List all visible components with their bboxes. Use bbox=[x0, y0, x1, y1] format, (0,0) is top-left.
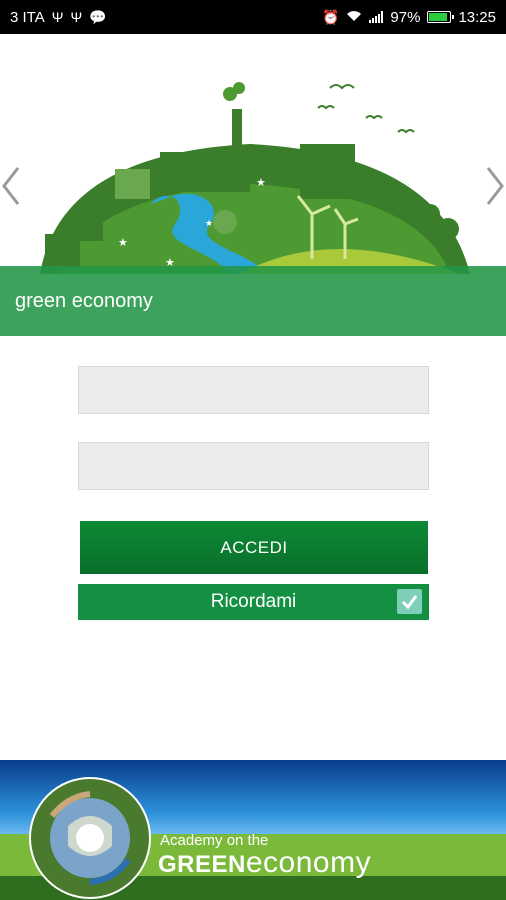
status-bar: 3 ITA Ψ Ψ 💬 ⏰ 97% 13:25 bbox=[0, 0, 506, 34]
chevron-left-icon[interactable] bbox=[0, 164, 22, 208]
message-icon: 💬 bbox=[89, 9, 107, 25]
banner-carousel: ★ ★ ★ ★ green economy bbox=[0, 34, 506, 336]
remember-checkbox[interactable] bbox=[397, 589, 422, 614]
carrier-label: 3 ITA bbox=[10, 8, 45, 26]
signal-icon bbox=[369, 11, 384, 23]
login-button[interactable]: ACCEDI bbox=[80, 521, 428, 574]
logo-eco: economy bbox=[245, 846, 372, 879]
remember-label: Ricordami bbox=[210, 591, 297, 612]
svg-text:★: ★ bbox=[118, 236, 128, 249]
logo-green: GREEN bbox=[158, 851, 246, 878]
logo-green-economy-text: GREENeconomy bbox=[158, 846, 371, 880]
chevron-right-icon[interactable] bbox=[484, 164, 506, 208]
username-field[interactable] bbox=[78, 366, 429, 414]
usb-icon: Ψ bbox=[51, 9, 64, 25]
alarm-icon: ⏰ bbox=[321, 9, 340, 25]
svg-text:★: ★ bbox=[256, 176, 266, 189]
footer-logo-banner: Academy on the GREENeconomy bbox=[0, 760, 506, 900]
clock: 13:25 bbox=[458, 8, 496, 26]
banner-title: green economy bbox=[15, 290, 153, 312]
usb-icon: Ψ bbox=[70, 9, 83, 25]
academy-globe-logo bbox=[29, 777, 151, 899]
password-field[interactable] bbox=[78, 442, 429, 490]
battery-percent: 97% bbox=[390, 8, 421, 26]
remember-me-toggle[interactable]: Ricordami bbox=[78, 584, 429, 620]
wifi-icon bbox=[346, 10, 362, 24]
battery-icon bbox=[427, 11, 455, 23]
checkmark-icon bbox=[401, 595, 418, 610]
svg-text:★: ★ bbox=[205, 219, 213, 229]
